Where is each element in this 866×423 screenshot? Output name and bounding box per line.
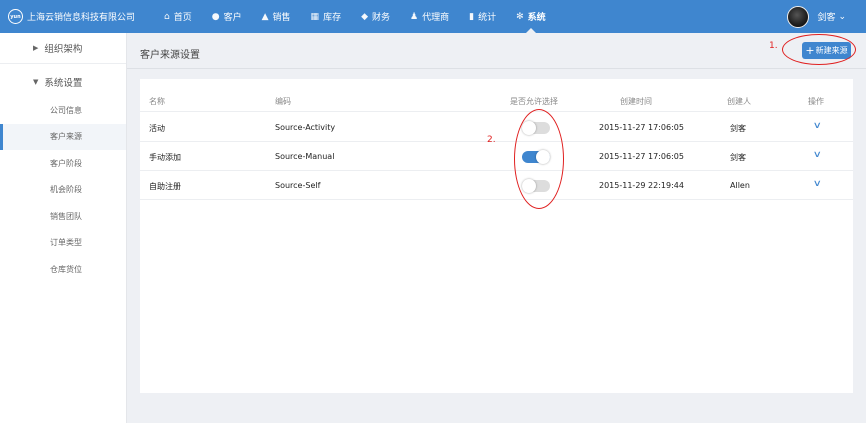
- user-name: 剑客: [817, 13, 836, 23]
- annotation-label-1: 1.: [769, 41, 778, 51]
- sidebar-group-settings[interactable]: ▼ 系统设置: [0, 67, 126, 97]
- gear-icon: ✻: [516, 11, 524, 22]
- sidebar-group-label: 系统设置: [44, 78, 83, 89]
- home-icon: ⌂: [164, 11, 170, 22]
- cell-name: 自助注册: [149, 182, 181, 191]
- cell-code: Source-Self: [275, 181, 321, 190]
- brand-logo: yun: [8, 9, 23, 24]
- caret-down-icon: ▼: [33, 78, 39, 86]
- sidebar-group-org[interactable]: ▶ 组织架构: [0, 33, 126, 63]
- row-divider: [140, 141, 853, 142]
- inventory-icon: ▦: [310, 11, 320, 22]
- cell-name: 活动: [149, 124, 165, 133]
- col-header-creator: 创建人: [727, 97, 751, 106]
- chart-icon: ▲: [261, 11, 269, 22]
- nav-label: 统计: [478, 13, 497, 23]
- cell-created: 2015-11-27 17:06:05: [599, 152, 684, 161]
- sidebar-item-sales-team[interactable]: 销售团队: [0, 203, 126, 230]
- cell-creator: 剑客: [730, 153, 746, 162]
- nav-home[interactable]: ⌂ 首页: [154, 0, 202, 33]
- chevron-down-icon: ⌄: [838, 11, 846, 22]
- sidebar-item-order-type[interactable]: 订单类型: [0, 230, 126, 257]
- nav-label: 库存: [323, 13, 342, 23]
- divider: [0, 63, 126, 64]
- nav-label: 首页: [173, 13, 192, 23]
- user-menu[interactable]: 剑客 ⌄: [787, 0, 846, 33]
- sidebar-item-warehouse-location[interactable]: 仓库货位: [0, 256, 126, 283]
- cell-created: 2015-11-29 22:19:44: [599, 181, 684, 190]
- sidebar: ▶ 组织架构 ▼ 系统设置 公司信息 客户来源 客户阶段 机会阶段 销售团队 订…: [0, 33, 127, 423]
- main-nav: ⌂ 首页 ● 客户 ▲ 销售 ▦ 库存 ◆ 财务 ♟ 代理商 ▮ 统计 ✻ 系统: [154, 0, 556, 33]
- page-title: 客户来源设置: [140, 50, 200, 61]
- top-navbar: yun 上海云销信息科技有限公司 ⌂ 首页 ● 客户 ▲ 销售 ▦ 库存 ◆ 财务 ♟ 代理…: [0, 0, 866, 33]
- expand-row-icon[interactable]: ∨: [813, 150, 822, 160]
- content-card: [140, 79, 853, 393]
- cell-creator: 剑客: [730, 124, 746, 133]
- table-header-line: [140, 111, 853, 112]
- col-header-actions: 操作: [808, 97, 824, 106]
- expand-row-icon[interactable]: ∨: [813, 121, 822, 131]
- sidebar-item-opportunity-stage[interactable]: 机会阶段: [0, 177, 126, 204]
- user-icon: ●: [211, 11, 220, 22]
- nav-label: 系统: [527, 13, 546, 23]
- nav-label: 代理商: [422, 13, 450, 23]
- sidebar-group-label: 组织架构: [44, 44, 83, 55]
- row-divider: [140, 199, 853, 200]
- avatar[interactable]: [787, 5, 810, 28]
- sidebar-item-customer-source[interactable]: 客户来源: [0, 123, 126, 150]
- cell-code: Source-Activity: [275, 123, 336, 132]
- nav-label: 销售: [272, 13, 291, 23]
- cell-code: Source-Manual: [275, 152, 335, 161]
- col-header-allowed: 是否允许选择: [510, 97, 558, 106]
- brand[interactable]: yun 上海云销信息科技有限公司: [0, 9, 150, 24]
- annotation-ellipse-2: [514, 109, 564, 209]
- nav-agents[interactable]: ♟ 代理商: [400, 0, 459, 33]
- nav-label: 财务: [372, 13, 391, 23]
- nav-label: 客户: [223, 13, 242, 23]
- col-header-created: 创建时间: [620, 97, 652, 106]
- annotation-label-2: 2.: [487, 135, 496, 145]
- stats-icon: ▮: [469, 11, 475, 22]
- cell-name: 手动添加: [149, 153, 181, 162]
- finance-icon: ◆: [361, 11, 368, 22]
- sidebar-item-customer-stage[interactable]: 客户阶段: [0, 150, 126, 177]
- col-header-name: 名称: [149, 97, 165, 106]
- cell-creator: Allen: [730, 181, 750, 190]
- row-divider: [140, 170, 853, 171]
- nav-system[interactable]: ✻ 系统: [506, 0, 556, 33]
- col-header-code: 编码: [275, 97, 291, 106]
- sidebar-item-company-info[interactable]: 公司信息: [0, 97, 126, 124]
- expand-row-icon[interactable]: ∨: [813, 179, 822, 189]
- agents-icon: ♟: [410, 11, 419, 22]
- nav-customers[interactable]: ● 客户: [202, 0, 252, 33]
- caret-right-icon: ▶: [33, 44, 39, 52]
- divider: [127, 68, 866, 69]
- nav-inventory[interactable]: ▦ 库存: [301, 0, 352, 33]
- nav-finance[interactable]: ◆ 财务: [351, 0, 400, 33]
- company-name: 上海云销信息科技有限公司: [27, 13, 136, 23]
- nav-stats[interactable]: ▮ 统计: [459, 0, 506, 33]
- cell-created: 2015-11-27 17:06:05: [599, 123, 684, 132]
- annotation-ellipse-1: [782, 34, 856, 65]
- nav-sales[interactable]: ▲ 销售: [252, 0, 301, 33]
